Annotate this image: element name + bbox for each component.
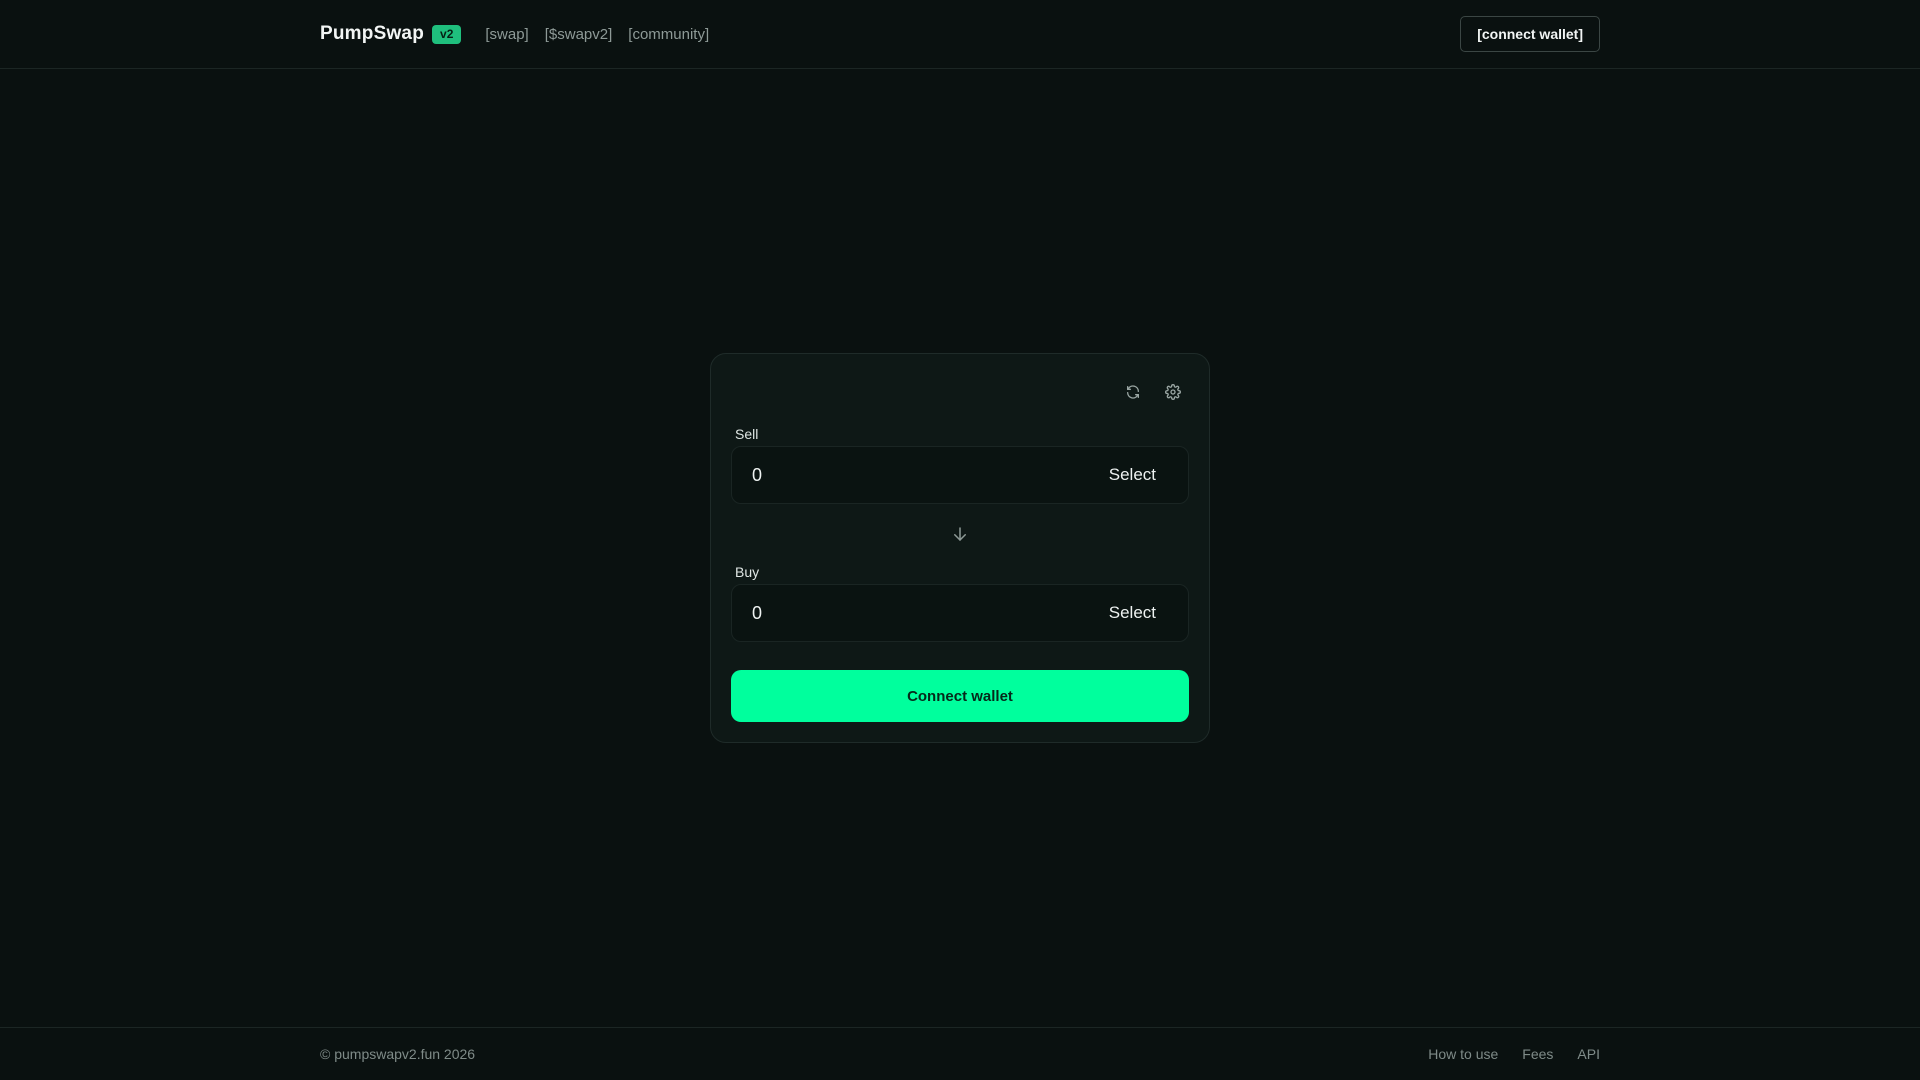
nav-link-swap[interactable]: [swap] — [485, 26, 528, 43]
connect-wallet-button[interactable]: Connect wallet — [731, 670, 1189, 722]
connect-wallet-header-button[interactable]: [connect wallet] — [1460, 16, 1600, 52]
brand-logo-text[interactable]: PumpSwap — [320, 23, 424, 45]
sell-amount-input[interactable] — [732, 463, 1099, 487]
buy-field: Select — [731, 584, 1189, 642]
main-nav: [swap] [$swapv2] [community] — [485, 26, 709, 43]
footer-links: How to use Fees API — [1428, 1046, 1600, 1062]
switch-direction-button[interactable] — [948, 522, 972, 546]
swap-card: Sell Select Buy Select Connect wallet — [710, 353, 1210, 743]
footer-link-api[interactable]: API — [1577, 1046, 1600, 1062]
settings-button[interactable] — [1159, 378, 1187, 406]
top-nav-inner: PumpSwap v2 [swap] [$swapv2] [community]… — [320, 0, 1600, 68]
buy-token-select-button[interactable]: Select — [1099, 597, 1166, 629]
sell-label: Sell — [735, 426, 759, 442]
footer-inner: © pumpswapv2.fun 2026 How to use Fees AP… — [320, 1028, 1600, 1080]
arrow-down-icon — [954, 527, 966, 541]
refresh-icon — [1127, 385, 1139, 399]
nav-link-community[interactable]: [community] — [628, 26, 709, 43]
sell-token-select-button[interactable]: Select — [1099, 459, 1166, 491]
buy-label: Buy — [735, 564, 760, 580]
version-badge: v2 — [432, 24, 462, 44]
footer-link-fees[interactable]: Fees — [1522, 1046, 1553, 1062]
footer-link-how-to-use[interactable]: How to use — [1428, 1046, 1498, 1062]
top-nav-bar: PumpSwap v2 [swap] [$swapv2] [community]… — [0, 0, 1920, 69]
nav-link-token[interactable]: [$swapv2] — [545, 26, 613, 43]
buy-amount-input[interactable] — [732, 601, 1099, 625]
refresh-button[interactable] — [1119, 378, 1147, 406]
gear-icon — [1165, 384, 1181, 400]
sell-field: Select — [731, 446, 1189, 504]
copyright-text: © pumpswapv2.fun 2026 — [320, 1046, 476, 1062]
footer: © pumpswapv2.fun 2026 How to use Fees AP… — [0, 1027, 1920, 1080]
